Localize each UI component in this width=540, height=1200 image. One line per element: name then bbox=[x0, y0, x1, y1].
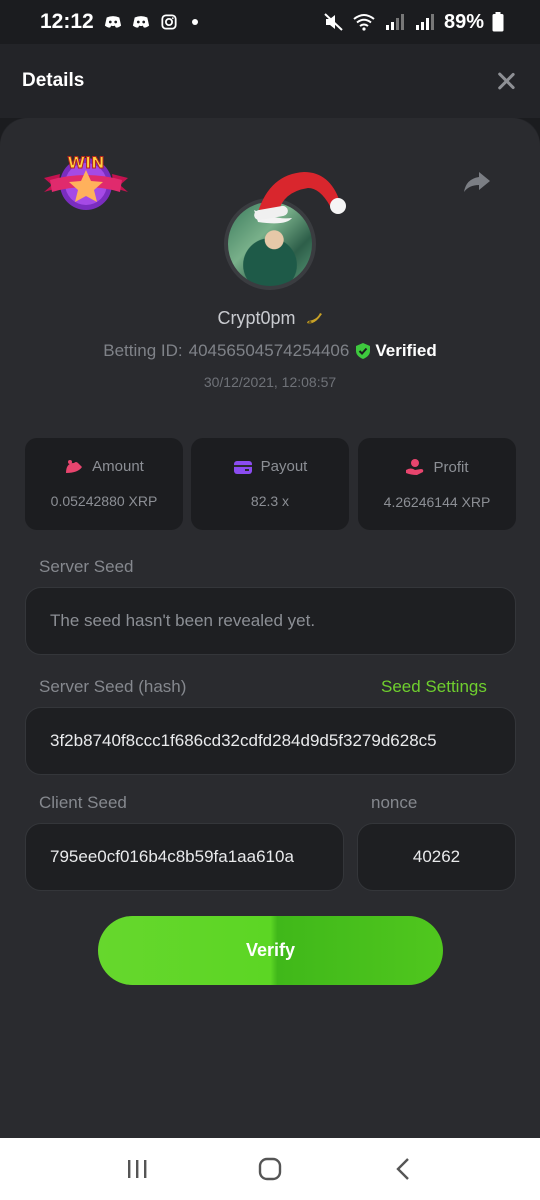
stat-amount-label: Amount bbox=[92, 458, 144, 475]
stat-payout-header: Payout bbox=[233, 458, 308, 475]
stat-amount-header: Amount bbox=[64, 458, 144, 475]
wifi-icon bbox=[353, 14, 375, 31]
status-bar: 12:12 89% bbox=[0, 0, 540, 44]
verify-button[interactable]: Verify bbox=[98, 916, 443, 985]
stat-amount-value: 0.05242880 XRP bbox=[50, 493, 158, 509]
stat-profit-header: Profit bbox=[405, 458, 469, 476]
stat-amount: Amount 0.05242880 XRP bbox=[25, 438, 183, 530]
win-badge-icon: WIN bbox=[44, 153, 128, 210]
win-badge-text: WIN bbox=[68, 153, 105, 172]
signal-icon bbox=[385, 14, 404, 30]
seed-settings-link[interactable]: Seed Settings bbox=[381, 677, 487, 697]
battery-icon bbox=[492, 12, 504, 32]
santa-hat-icon bbox=[254, 172, 346, 224]
client-seed-label: Client Seed bbox=[39, 793, 127, 812]
verified-shield-icon bbox=[356, 343, 371, 359]
nonce-field[interactable]: 40262 bbox=[357, 823, 516, 891]
verified-label: Verified bbox=[375, 341, 437, 360]
page-title: Details bbox=[22, 70, 85, 91]
stat-profit-label: Profit bbox=[433, 458, 469, 476]
recent-apps-icon[interactable] bbox=[117, 1154, 157, 1184]
server-seed-hash-value: 3f2b8740f8ccc1f686cd32cdfd284d9d5f3279d6… bbox=[50, 731, 437, 750]
server-seed-label: Server Seed bbox=[39, 557, 134, 576]
close-icon[interactable] bbox=[494, 69, 518, 93]
stat-payout: Payout 82.3 x bbox=[191, 438, 349, 530]
signal-icon bbox=[415, 14, 434, 30]
system-nav-bar bbox=[0, 1138, 540, 1200]
amount-icon bbox=[66, 459, 83, 473]
battery-level: 89% bbox=[443, 10, 484, 33]
status-bar-right: 89% bbox=[324, 11, 504, 34]
betting-id-label: Betting ID: bbox=[103, 341, 183, 360]
stat-payout-label: Payout bbox=[260, 458, 308, 475]
mute-icon bbox=[324, 13, 343, 31]
nonce-label: nonce bbox=[371, 793, 418, 812]
profit-icon bbox=[406, 459, 424, 475]
server-seed-hash-label: Server Seed (hash) bbox=[39, 677, 187, 696]
back-icon[interactable] bbox=[383, 1154, 423, 1184]
nonce-value: 40262 bbox=[412, 847, 461, 866]
payout-icon bbox=[233, 460, 252, 474]
instagram-icon bbox=[161, 14, 177, 30]
betting-id-row: Betting ID: 40456504574254406 Verified bbox=[0, 341, 540, 361]
discord-icon bbox=[104, 16, 121, 28]
stat-payout-value: 82.3 x bbox=[250, 493, 290, 509]
stat-profit-value: 4.26246144 XRP bbox=[383, 494, 491, 510]
share-icon[interactable] bbox=[462, 170, 492, 194]
verified-badge: Verified bbox=[355, 341, 437, 361]
client-seed-value: 795ee0cf016b4c8b59fa1aa610a bbox=[50, 847, 294, 866]
notification-dot-icon bbox=[191, 19, 198, 25]
server-seed-value: The seed hasn't been revealed yet. bbox=[50, 611, 316, 630]
discord-icon bbox=[132, 16, 149, 28]
client-seed-field[interactable]: 795ee0cf016b4c8b59fa1aa610a bbox=[25, 823, 344, 891]
status-time: 12:12 bbox=[40, 10, 94, 33]
stat-profit: Profit 4.26246144 XRP bbox=[358, 438, 516, 530]
betting-id-value: 40456504574254406 bbox=[188, 341, 350, 360]
server-seed-field: The seed hasn't been revealed yet. bbox=[25, 587, 516, 655]
username: Crypt0pm bbox=[0, 308, 540, 329]
server-seed-hash-field[interactable]: 3f2b8740f8ccc1f686cd32cdfd284d9d5f3279d6… bbox=[25, 707, 516, 775]
username-text: Crypt0pm bbox=[217, 308, 296, 328]
bet-timestamp: 30/12/2021, 12:08:57 bbox=[203, 374, 337, 390]
home-icon[interactable] bbox=[250, 1154, 290, 1184]
details-header: Details bbox=[0, 44, 540, 118]
status-bar-left: 12:12 bbox=[40, 10, 198, 34]
banana-icon bbox=[306, 313, 322, 325]
